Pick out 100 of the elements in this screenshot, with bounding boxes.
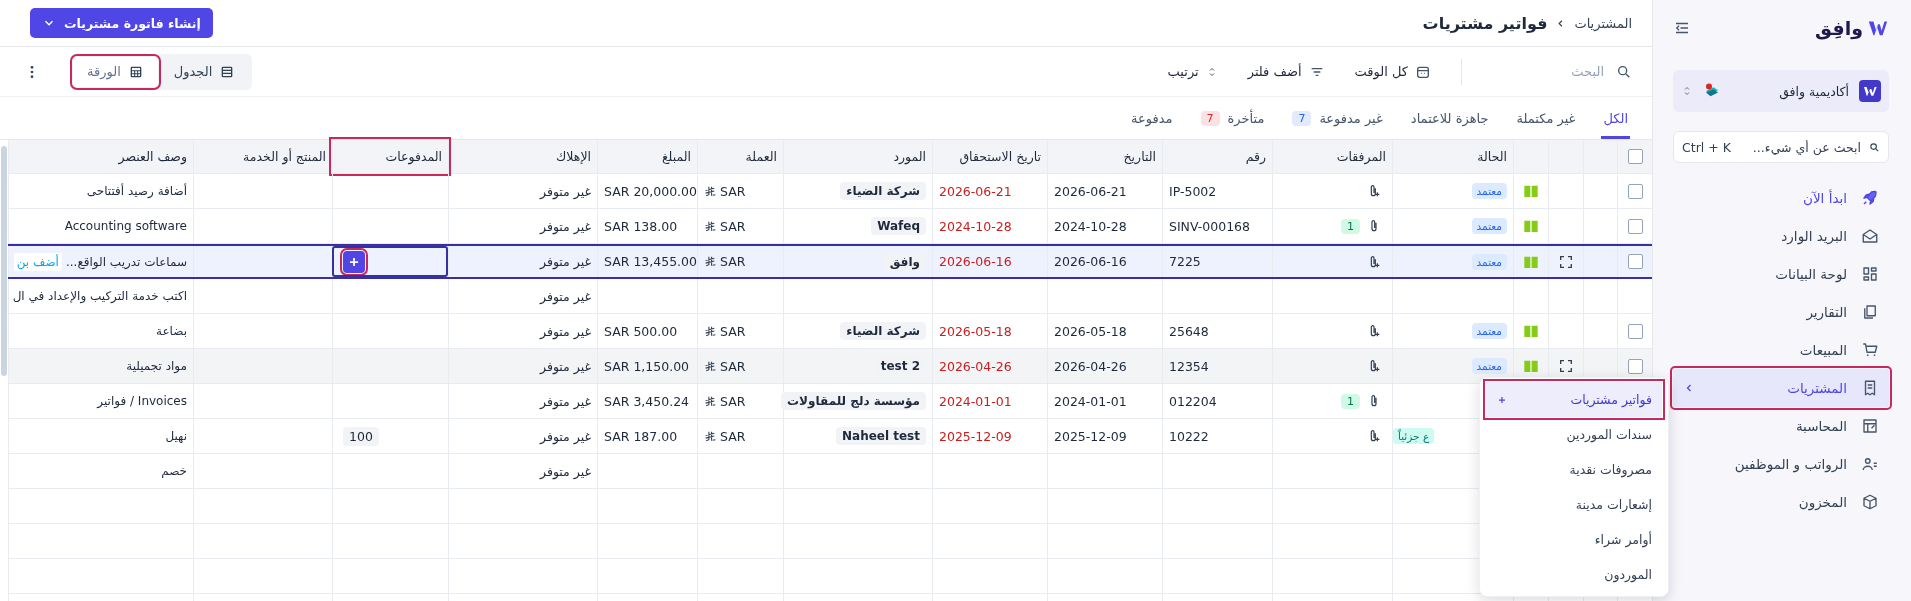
breadcrumb-link[interactable]: المشتريات — [1574, 15, 1632, 31]
column-header[interactable]: المورد — [783, 140, 932, 173]
table-cell: 2024-01-01 — [1054, 393, 1127, 409]
dashboard-icon — [1861, 265, 1879, 283]
riyal-icon — [704, 394, 717, 408]
column-header[interactable]: المرفقات — [1272, 140, 1392, 173]
table-cell: غير متوفر — [540, 323, 591, 339]
select-all-checkbox[interactable] — [1627, 149, 1643, 164]
table-cell: 12354 — [1169, 358, 1209, 374]
supplier-tag: وافق — [883, 252, 926, 271]
currency-code: SAR — [720, 358, 746, 374]
box-icon — [1861, 493, 1879, 511]
column-header[interactable]: العملة — [697, 140, 783, 173]
table-cell: غير متوفر — [540, 218, 591, 234]
submenu-item[interactable]: إشعارات مدينة — [1486, 487, 1662, 522]
rocket-icon — [1861, 189, 1879, 207]
status-badge: معتمد — [1471, 218, 1507, 234]
filter-tab[interactable]: جاهزة للاعتماد — [1408, 97, 1491, 139]
sidebar-search-field[interactable]: ابحث عن أي شيء... — [1736, 138, 1863, 156]
row-checkbox[interactable] — [1627, 183, 1643, 199]
sidebar-item[interactable]: المشتريات — [1673, 369, 1889, 407]
submenu-item[interactable]: مصروفات نقدية — [1486, 452, 1662, 487]
column-header[interactable]: الإهلاك — [448, 140, 597, 173]
riyal-icon — [704, 219, 717, 233]
supplier-tag: شركة الضياء — [840, 322, 926, 340]
table-cell: 2024-10-28 — [1054, 218, 1127, 234]
column-header[interactable]: تاريخ الاستحقاق — [932, 140, 1047, 173]
attachment-count: 1 — [1341, 218, 1360, 234]
filter-tab[interactable]: مدفوعة — [1129, 97, 1175, 139]
table-cell: غير متوفر — [540, 254, 591, 269]
view-tab[interactable]: الجدول — [159, 56, 250, 87]
row-checkbox[interactable] — [1627, 323, 1643, 339]
add-payment-button[interactable] — [343, 250, 365, 273]
view-tab[interactable]: الورقة — [73, 56, 158, 87]
submenu-item[interactable]: أوامر شراء — [1486, 522, 1662, 557]
expand-icon[interactable] — [1558, 358, 1574, 374]
row-checkbox[interactable] — [1627, 358, 1643, 374]
status-badge: معتمد — [1471, 183, 1507, 199]
sidebar-item[interactable]: المخزون — [1673, 483, 1889, 521]
table-cell: غير متوفر — [540, 393, 591, 409]
table-cell: SINV-000168 — [1169, 218, 1251, 234]
period-button[interactable]: كل الوقت — [1354, 63, 1431, 80]
submenu-item[interactable]: الموردون — [1486, 557, 1662, 592]
add-filter-button[interactable]: أضف فلتر — [1247, 63, 1325, 80]
column-header[interactable]: رقم — [1162, 140, 1272, 173]
column-header[interactable]: المدفوعات — [332, 140, 448, 173]
table-cell: 10222 — [1169, 428, 1209, 444]
sort-button[interactable]: ترتيب — [1167, 64, 1218, 79]
table-cell: SAR 1,150.00 — [604, 358, 690, 374]
create-invoice-button[interactable]: إنشاء فاتورة مشتريات — [30, 8, 213, 38]
table-cell: SAR 20,000.00 — [604, 183, 697, 199]
supplier-tag: شركة الضياء — [840, 182, 926, 200]
count-badge: 7 — [1292, 110, 1312, 126]
riyal-icon — [704, 324, 717, 338]
table-cell: 2024-01-01 — [939, 393, 1012, 409]
scrollbar[interactable] — [1, 146, 7, 376]
column-header[interactable]: التاريخ — [1047, 140, 1162, 173]
riyal-icon — [704, 255, 717, 268]
sidebar-item[interactable]: المبيعات — [1673, 331, 1889, 369]
row-checkbox[interactable] — [1627, 254, 1643, 269]
row-checkbox[interactable] — [1627, 218, 1643, 234]
column-header[interactable]: المنتج أو الخدمة — [193, 140, 332, 173]
sidebar-item[interactable]: المحاسبة — [1673, 407, 1889, 445]
supplier-tag: مؤسسة دلج للمقاولات — [781, 392, 926, 410]
table-cell: غير متوفر — [540, 463, 591, 479]
table-cell: 2026-06-21 — [1054, 183, 1127, 199]
table-cell: 2026-05-18 — [939, 323, 1012, 339]
table-cell: 2026-06-16 — [1054, 254, 1127, 269]
envelope-icon — [1861, 227, 1879, 245]
table-cell: سماعات تدريب الواقع... — [65, 254, 187, 269]
sidebar-item[interactable]: لوحة البيانات — [1673, 255, 1889, 293]
payment-amount: 100 — [343, 426, 379, 446]
currency-code: SAR — [720, 428, 746, 444]
sidebar-item[interactable]: البريد الوارد — [1673, 217, 1889, 255]
table-cell: 7225 — [1169, 254, 1201, 269]
sidebar-item[interactable]: التقارير — [1673, 293, 1889, 331]
search-icon — [1616, 63, 1632, 80]
table-cell: 2026-04-26 — [1054, 358, 1127, 374]
column-header[interactable]: المبلغ — [597, 140, 697, 173]
filter-tab[interactable]: غير مكتملة — [1514, 97, 1578, 139]
table-cell: SAR 3,450.24 — [604, 393, 690, 409]
table-cell: 2024-10-28 — [939, 218, 1012, 234]
count-badge: 7 — [1200, 110, 1220, 126]
table-cell: نهيل — [165, 429, 187, 443]
status-badge: معتمد — [1471, 323, 1507, 339]
column-header[interactable]: وصف العنصر — [8, 140, 193, 173]
table-cell: خصم — [161, 464, 187, 478]
table-cell: 012204 — [1169, 393, 1217, 409]
table-cell: 2026-06-21 — [939, 183, 1012, 199]
organization-name: أكاديمية وافق — [1779, 83, 1849, 99]
submenu-item[interactable]: فواتير مشتريات — [1486, 382, 1662, 417]
sidebar-item[interactable]: الرواتب و الموظفين — [1673, 445, 1889, 483]
table-cell: SAR 138.00 — [604, 218, 678, 234]
submenu-item[interactable]: سندات الموردين — [1486, 417, 1662, 452]
sidebar-item[interactable]: ابدأ الآن — [1673, 179, 1889, 217]
organization-switcher[interactable]: أكاديمية وافق — [1673, 70, 1889, 112]
column-header[interactable]: الحالة — [1392, 140, 1513, 173]
page-title: فواتير مشتريات — [1422, 13, 1548, 33]
documents-icon — [1861, 303, 1879, 321]
expand-icon[interactable] — [1558, 253, 1574, 270]
